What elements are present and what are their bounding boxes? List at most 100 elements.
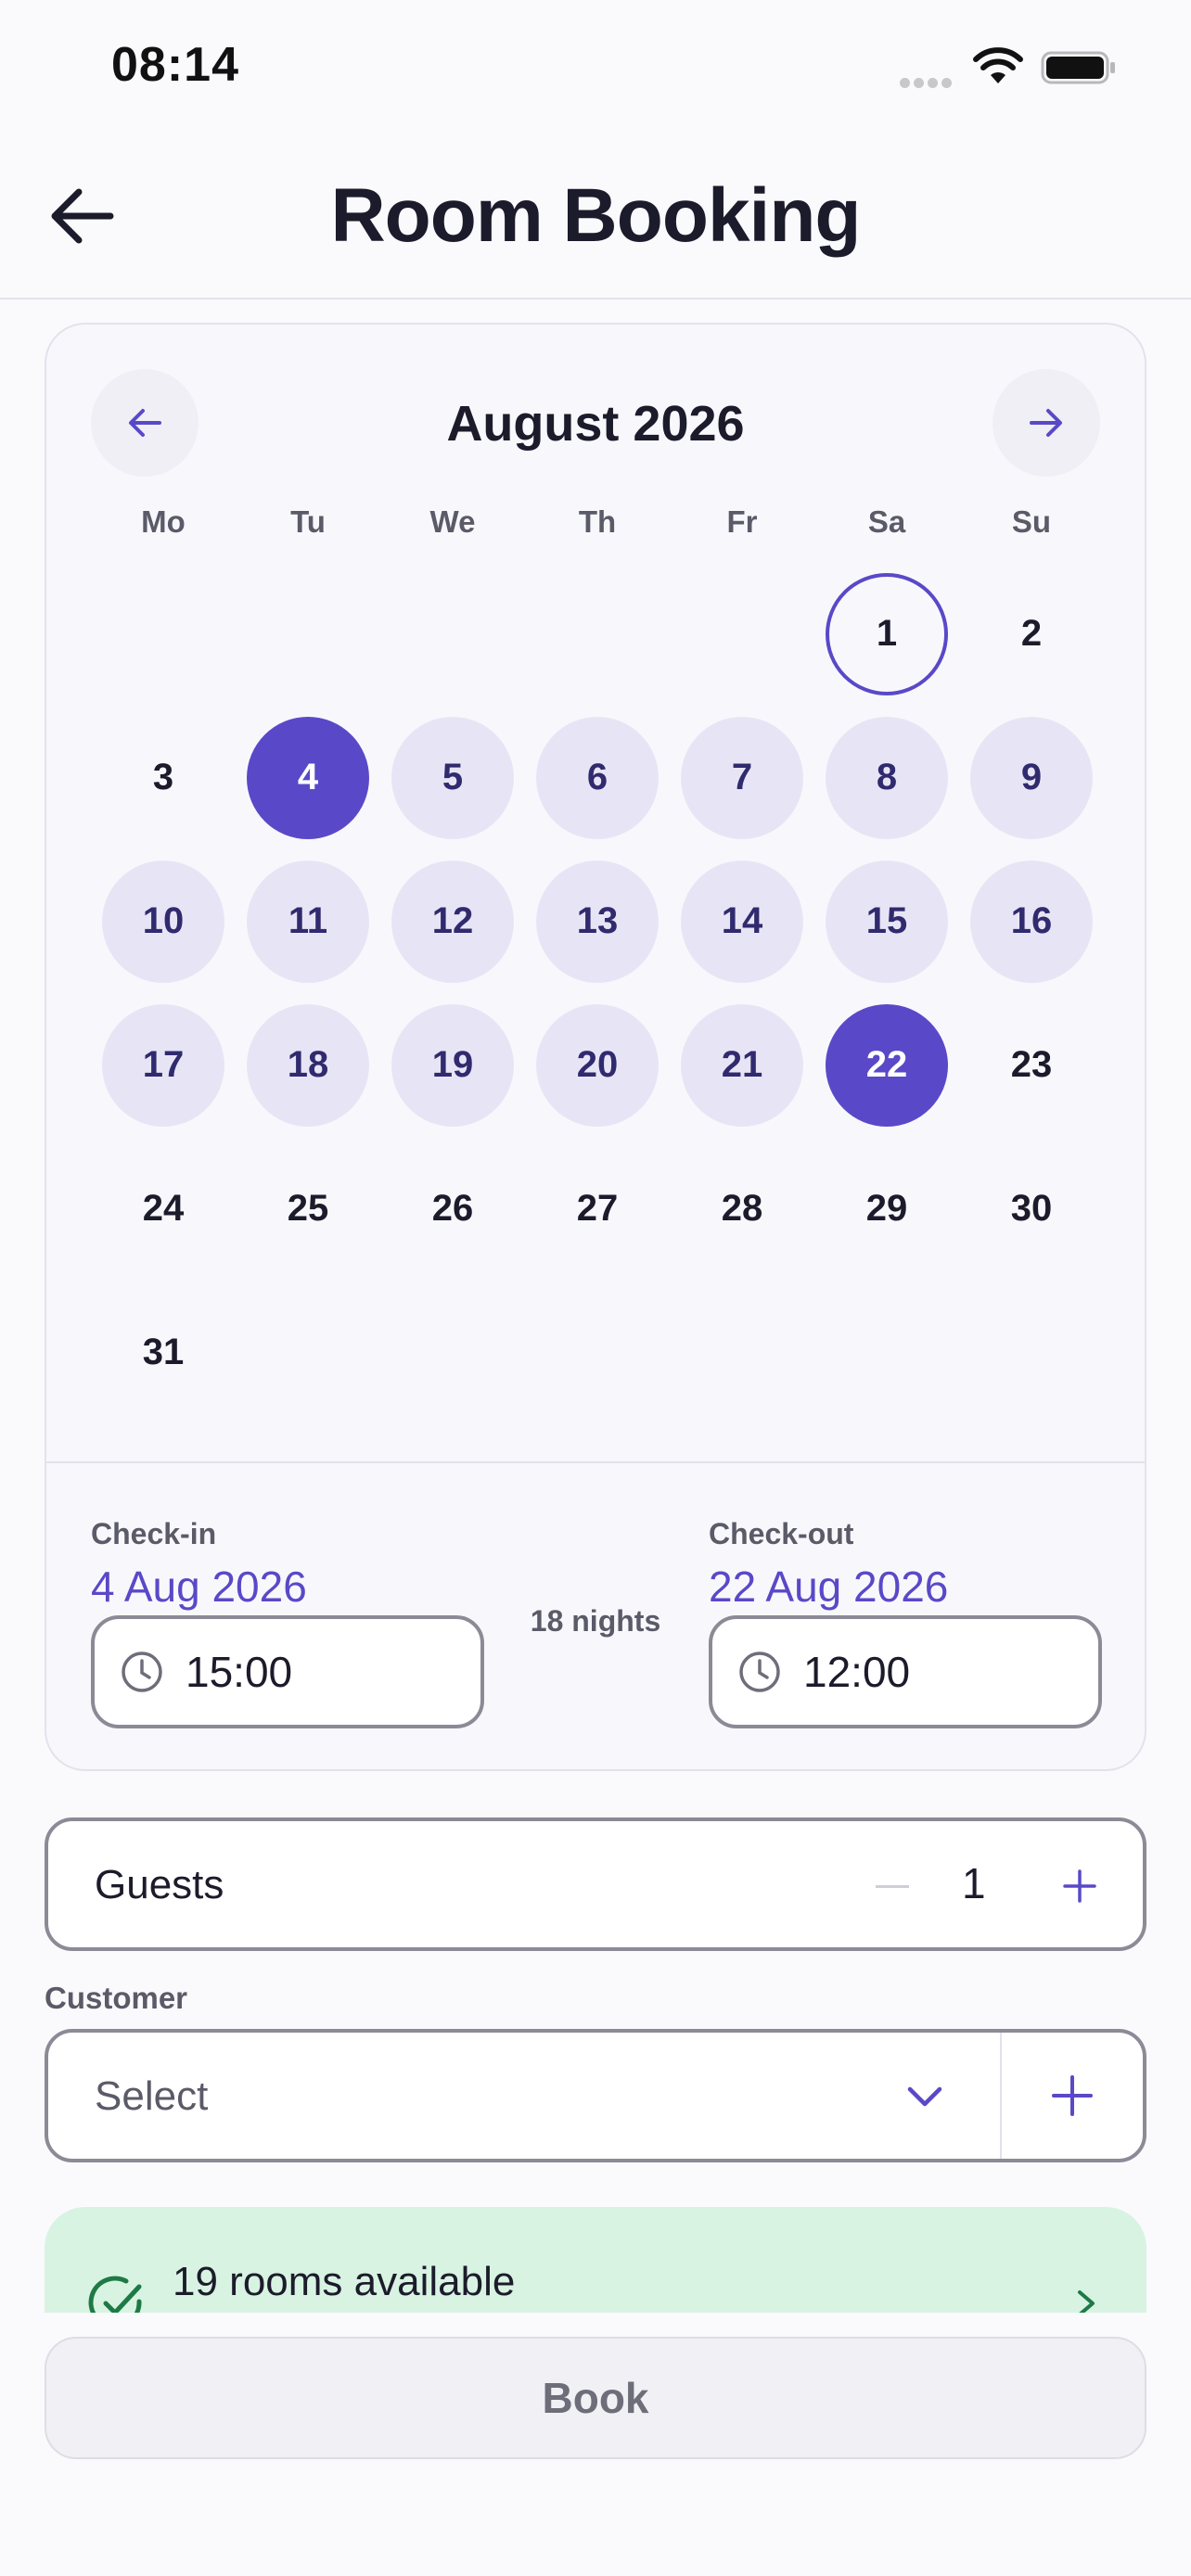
calendar-day-21[interactable]: 21 (670, 993, 814, 1137)
calendar-day-6[interactable]: 6 (525, 706, 670, 849)
plus-icon (1063, 1869, 1096, 1903)
calendar-day-28[interactable]: 28 (670, 1137, 814, 1281)
calendar-day-number: 4 (247, 716, 369, 839)
calendar-day-number: 7 (681, 716, 803, 839)
guests-increment-button[interactable] (1043, 1849, 1117, 1923)
calendar-day-1[interactable]: 1 (814, 562, 959, 706)
calendar-day-2[interactable]: 2 (959, 562, 1104, 706)
weekday-label: Sa (867, 504, 906, 539)
calendar-day-29[interactable]: 29 (814, 1137, 959, 1281)
calendar-day-number: 15 (826, 860, 948, 983)
calendar-blank (670, 562, 814, 706)
calendar-day-number: 29 (865, 1188, 908, 1229)
calendar-day-number: 14 (681, 860, 803, 983)
calendar-day-14[interactable]: 14 (670, 849, 814, 993)
calendar-blank (380, 562, 525, 706)
calendar-day-number: 12 (391, 860, 514, 983)
book-button[interactable]: Book (45, 2337, 1146, 2459)
weekday-label: Su (1011, 504, 1052, 539)
checkout-label: Check-out (709, 1517, 854, 1550)
calendar-day-number: 21 (681, 1003, 803, 1127)
calendar-day-23[interactable]: 23 (959, 993, 1104, 1137)
signal-icon (900, 76, 957, 88)
calendar-day-number: 3 (152, 757, 174, 797)
calendar-card: August 2026 Mo Tu We Th Fr Sa Su 1 2 3 4 5 6 7 8 9 10 11… (45, 323, 1146, 1771)
calendar-day-30[interactable]: 30 (959, 1137, 1104, 1281)
status-bar: 08:14 (0, 0, 1191, 139)
calendar-day-number: 1 (826, 572, 948, 695)
calendar-day-number: 25 (287, 1188, 329, 1229)
customer-select-value: Select (95, 2073, 209, 2119)
checkin-time-field[interactable]: 15:00 (91, 1615, 484, 1728)
calendar-day-31[interactable]: 31 (91, 1281, 236, 1424)
chevron-right-icon (1078, 2290, 1095, 2313)
calendar-day-25[interactable]: 25 (236, 1137, 380, 1281)
weekday-label: We (429, 504, 476, 539)
calendar-day-number: 17 (102, 1003, 224, 1127)
calendar-day-number: 22 (826, 1003, 948, 1127)
guests-stepper: Guests 1 (45, 1817, 1146, 1951)
calendar-day-13[interactable]: 13 (525, 849, 670, 993)
clock-icon (739, 1651, 780, 1692)
calendar-day-number: 24 (142, 1188, 185, 1229)
customer-select[interactable]: Select (48, 2033, 1000, 2159)
calendar-day-8[interactable]: 8 (814, 706, 959, 849)
battery-icon (1041, 51, 1115, 84)
calendar-day-number: 18 (247, 1003, 369, 1127)
calendar-day-number: 13 (536, 860, 659, 983)
calendar-day-9[interactable]: 9 (959, 706, 1104, 849)
calendar-day-15[interactable]: 15 (814, 849, 959, 993)
calendar-day-number: 23 (1010, 1044, 1053, 1085)
month-label: August 2026 (446, 396, 745, 452)
guests-count: 1 (962, 1859, 986, 1907)
calendar-day-16[interactable]: 16 (959, 849, 1104, 993)
status-time: 08:14 (111, 38, 239, 92)
checkout-time-field[interactable]: 12:00 (709, 1615, 1102, 1728)
calendar-day-number: 8 (826, 716, 948, 839)
wifi-icon (973, 47, 1023, 83)
calendar-day-24[interactable]: 24 (91, 1137, 236, 1281)
availability-banner[interactable]: 19 rooms available (45, 2207, 1146, 2313)
calendar-day-19[interactable]: 19 (380, 993, 525, 1137)
calendar-day-22[interactable]: 22 (814, 993, 959, 1137)
calendar-day-20[interactable]: 20 (525, 993, 670, 1137)
calendar-day-number: 9 (970, 716, 1093, 839)
calendar-day-number: 11 (247, 860, 369, 983)
calendar-blank (525, 562, 670, 706)
guests-decrement-button[interactable] (855, 1849, 929, 1923)
calendar-day-number: 28 (721, 1188, 763, 1229)
calendar-grid: 1 2 3 4 5 6 7 8 9 10 11 12 13 14 15 16 17 18 19 20 21 22 23 24 2… (91, 562, 1104, 1424)
minus-icon (876, 1884, 909, 1888)
chevron-down-icon (907, 2086, 942, 2107)
calendar-day-7[interactable]: 7 (670, 706, 814, 849)
checkin-label: Check-in (91, 1517, 217, 1550)
calendar-day-3[interactable]: 3 (91, 706, 236, 849)
calendar-blank (236, 562, 380, 706)
calendar-day-18[interactable]: 18 (236, 993, 380, 1137)
calendar-day-number: 31 (142, 1332, 185, 1372)
weekday-header: Mo Tu We Th Fr Sa Su (91, 504, 1104, 540)
calendar-day-17[interactable]: 17 (91, 993, 236, 1137)
customer-label: Customer (45, 1981, 188, 2015)
calendar-day-27[interactable]: 27 (525, 1137, 670, 1281)
calendar-day-4[interactable]: 4 (236, 706, 380, 849)
clock-icon (122, 1651, 162, 1692)
calendar-day-number: 27 (576, 1188, 619, 1229)
calendar-day-12[interactable]: 12 (380, 849, 525, 993)
calendar-blank (91, 562, 236, 706)
weekday-label: Fr (726, 504, 758, 539)
calendar-day-26[interactable]: 26 (380, 1137, 525, 1281)
calendar-day-number: 20 (536, 1003, 659, 1127)
add-customer-button[interactable] (1002, 2033, 1143, 2159)
checkout-date: 22 Aug 2026 (709, 1562, 949, 1611)
weekday-label: Th (578, 504, 617, 539)
checkin-time-value: 15:00 (186, 1648, 293, 1696)
page-title: Room Booking (330, 173, 861, 258)
calendar-day-11[interactable]: 11 (236, 849, 380, 993)
calendar-day-5[interactable]: 5 (380, 706, 525, 849)
guests-label: Guests (95, 1862, 224, 1907)
next-month-button[interactable] (992, 369, 1100, 477)
calendar-day-number: 10 (102, 860, 224, 983)
calendar-day-10[interactable]: 10 (91, 849, 236, 993)
divider (46, 1461, 1145, 1463)
